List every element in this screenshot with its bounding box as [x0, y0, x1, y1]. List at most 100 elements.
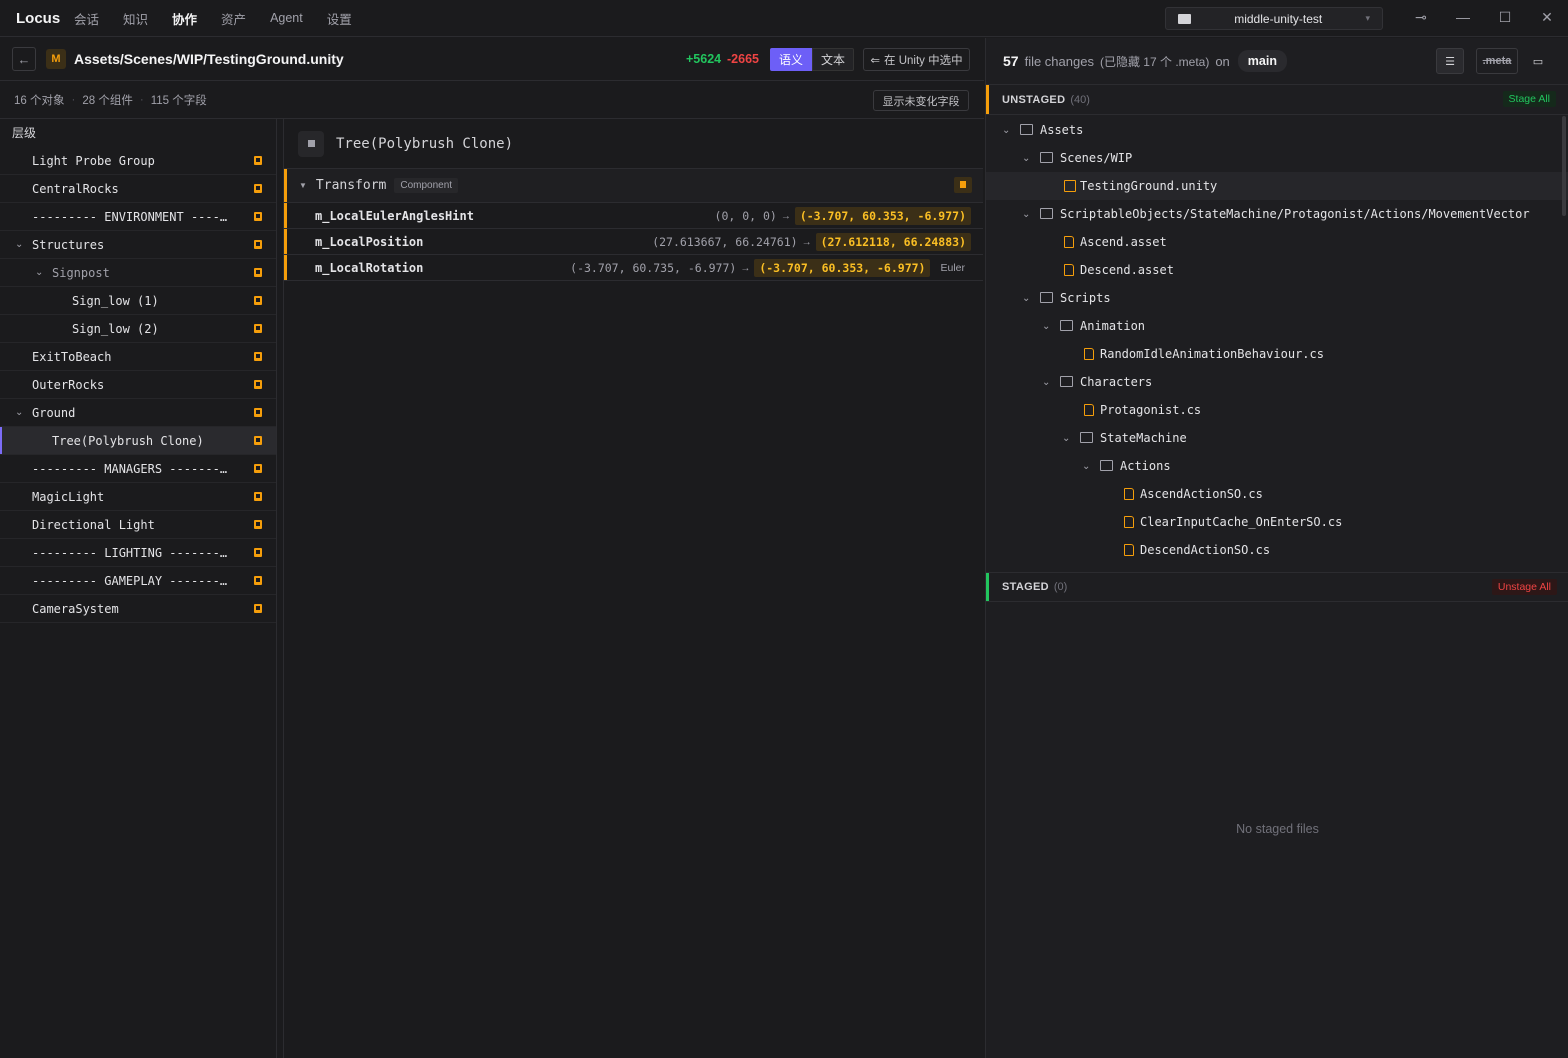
new-value: (-3.707, 60.353, -6.977)	[794, 207, 971, 225]
component-header[interactable]: ▼ Transform Component	[284, 169, 983, 203]
chevron-down-icon[interactable]: ⌄	[1022, 293, 1030, 304]
nav-tab-agent[interactable]: Agent	[270, 11, 303, 25]
list-view-button[interactable]: ☰	[1436, 48, 1464, 74]
nav-tab-collaboration[interactable]: 协作	[172, 9, 197, 28]
maximize-icon[interactable]: ☐	[1495, 9, 1515, 26]
hierarchy-item[interactable]: --------- GAMEPLAY ----------------	[0, 567, 276, 595]
property-values: (0, 0, 0) → (-3.707, 60.353, -6.977)	[715, 206, 971, 226]
tree-file[interactable]: DescendActionSO.cs	[986, 536, 1568, 564]
staged-section: STAGED (0) Unstage All No staged files	[986, 572, 1568, 1058]
tree-item-label: ScriptableObjects/StateMachine/Protagoni…	[1060, 207, 1530, 221]
unstaged-title: UNSTAGED	[1002, 93, 1066, 106]
branch-badge[interactable]: main	[1237, 50, 1287, 72]
old-value: (27.613667, 66.24761)	[652, 235, 798, 249]
tree-folder[interactable]: ⌄ Scenes/WIP	[986, 144, 1568, 172]
hierarchy-item[interactable]: --------- MANAGERS ----------------	[0, 455, 276, 483]
new-value: (27.612118, 66.24883)	[815, 233, 971, 251]
mode-semantic-button[interactable]: 语义	[770, 48, 812, 71]
tree-file[interactable]: AscendActionSO.cs	[986, 480, 1568, 508]
project-selector[interactable]: middle-unity-test ▾	[1165, 7, 1383, 30]
tree-file[interactable]: RandomIdleAnimationBehaviour.cs	[986, 340, 1568, 368]
chevron-down-icon[interactable]: ⌄	[1062, 433, 1070, 444]
nav-tab-knowledge[interactable]: 知识	[123, 9, 148, 28]
property-row: m_LocalEulerAnglesHint (0, 0, 0) → (-3.707,…	[284, 203, 983, 229]
tree-folder[interactable]: ⌄ Characters	[986, 368, 1568, 396]
hierarchy-item[interactable]: Sign_low (1)	[0, 287, 276, 315]
hierarchy-item[interactable]: ⌄ Signpost	[0, 259, 276, 287]
staged-section-header[interactable]: STAGED (0) Unstage All	[986, 572, 1568, 602]
tree-folder[interactable]: ⌄ Scripts	[986, 284, 1568, 312]
tree-folder[interactable]: ⌄ Animation	[986, 312, 1568, 340]
mode-text-button[interactable]: 文本	[812, 48, 854, 71]
hierarchy-item[interactable]: CentralRocks	[0, 175, 276, 203]
tree-file[interactable]: Protagonist.cs	[986, 396, 1568, 424]
hierarchy-item[interactable]: --------- ENVIRONMENT --------------	[0, 203, 276, 231]
chevron-down-icon[interactable]: ⌄	[1082, 461, 1090, 472]
unstaged-section-header[interactable]: UNSTAGED (40) Stage All	[986, 85, 1568, 115]
hierarchy-item[interactable]: ⌄ Structures	[0, 231, 276, 259]
modified-flag-icon	[254, 408, 262, 417]
hierarchy-item-label: Ground	[32, 405, 76, 420]
tree-file[interactable]: Ascend.asset	[986, 228, 1568, 256]
close-icon[interactable]: ✕	[1537, 9, 1557, 26]
unstaged-count: (40)	[1070, 93, 1090, 106]
old-value: (0, 0, 0)	[714, 209, 777, 223]
tree-item-label: Scenes/WIP	[1060, 151, 1133, 165]
pin-icon[interactable]: ⊸	[1411, 9, 1431, 26]
nav-tab-assets[interactable]: 资产	[221, 9, 246, 28]
select-in-unity-button[interactable]: ⇐ 在 Unity 中选中	[863, 48, 970, 71]
hierarchy-item[interactable]: Directional Light	[0, 511, 276, 539]
tree-folder[interactable]: ⌄ StateMachine	[986, 424, 1568, 452]
euler-toggle[interactable]: Euler	[940, 262, 965, 274]
show-unchanged-button[interactable]: 显示未变化字段	[873, 90, 969, 111]
property-values: (27.613667, 66.24761) → (27.612118, 66.248…	[652, 232, 971, 252]
minimize-icon[interactable]: —	[1453, 9, 1473, 25]
hierarchy-item[interactable]: CameraSystem	[0, 595, 276, 623]
split-view-button[interactable]: ▭	[1524, 48, 1552, 74]
select-in-unity-label: 在 Unity 中选中	[884, 54, 963, 67]
hierarchy-item[interactable]: OuterRocks	[0, 371, 276, 399]
split-panel-icon: ▭	[1532, 55, 1544, 68]
nav-tab-sessions[interactable]: 会话	[74, 9, 99, 28]
hierarchy-item-label: Sign_low (1)	[72, 293, 159, 308]
scene-icon	[1064, 180, 1076, 192]
hierarchy-item[interactable]: MagicLight	[0, 483, 276, 511]
unstage-all-button[interactable]: Unstage All	[1491, 579, 1557, 595]
chevron-down-icon[interactable]: ⌄	[1022, 153, 1030, 164]
chevron-down-icon[interactable]: ⌄	[15, 239, 23, 250]
stage-all-button[interactable]: Stage All	[1502, 91, 1556, 107]
folder-icon	[1100, 460, 1113, 471]
chevron-down-icon[interactable]: ⌄	[1002, 125, 1010, 136]
hierarchy-item[interactable]: ExitToBeach	[0, 343, 276, 371]
meta-toggle-button[interactable]: .meta	[1476, 48, 1518, 74]
chevron-down-icon[interactable]: ⌄	[15, 407, 23, 418]
chevron-down-icon[interactable]: ⌄	[1022, 209, 1030, 220]
back-button[interactable]: ←	[12, 47, 36, 71]
chevron-down-icon[interactable]: ⌄	[1042, 321, 1050, 332]
detail-panel: Tree(Polybrush Clone) ▼ Transform Compon…	[283, 119, 983, 1058]
object-header: Tree(Polybrush Clone)	[284, 119, 983, 169]
component-tag: Component	[394, 178, 459, 193]
chevron-down-icon[interactable]: ⌄	[35, 267, 43, 278]
file-icon	[1084, 348, 1094, 360]
hierarchy-item[interactable]: Light Probe Group	[0, 147, 276, 175]
component-count: 28 个组件	[82, 94, 133, 107]
hierarchy-item[interactable]: Sign_low (2)	[0, 315, 276, 343]
tree-folder[interactable]: ⌄ ScriptableObjects/StateMachine/Protagon…	[986, 200, 1568, 228]
collapse-triangle-icon[interactable]: ▼	[299, 181, 307, 190]
tree-folder[interactable]: ⌄ Assets	[986, 116, 1568, 144]
folder-icon	[1040, 152, 1053, 163]
chevron-down-icon[interactable]: ⌄	[1042, 377, 1050, 388]
scrollbar[interactable]	[1562, 116, 1566, 216]
tree-file[interactable]: Descend.asset	[986, 256, 1568, 284]
tree-file[interactable]: ClearInputCache_OnEnterSO.cs	[986, 508, 1568, 536]
tree-item-label: Scripts	[1060, 291, 1111, 305]
hierarchy-item[interactable]: ⌄ Ground	[0, 399, 276, 427]
tree-file[interactable]: TestingGround.unity	[986, 172, 1568, 200]
nav-tab-settings[interactable]: 设置	[327, 9, 352, 28]
component-name: Transform	[315, 178, 387, 193]
tree-folder[interactable]: ⌄ Actions	[986, 452, 1568, 480]
hierarchy-item[interactable]: --------- LIGHTING ----------------	[0, 539, 276, 567]
hierarchy-item[interactable]: Tree(Polybrush Clone)	[0, 427, 276, 455]
arrow-right-icon: →	[801, 236, 812, 248]
